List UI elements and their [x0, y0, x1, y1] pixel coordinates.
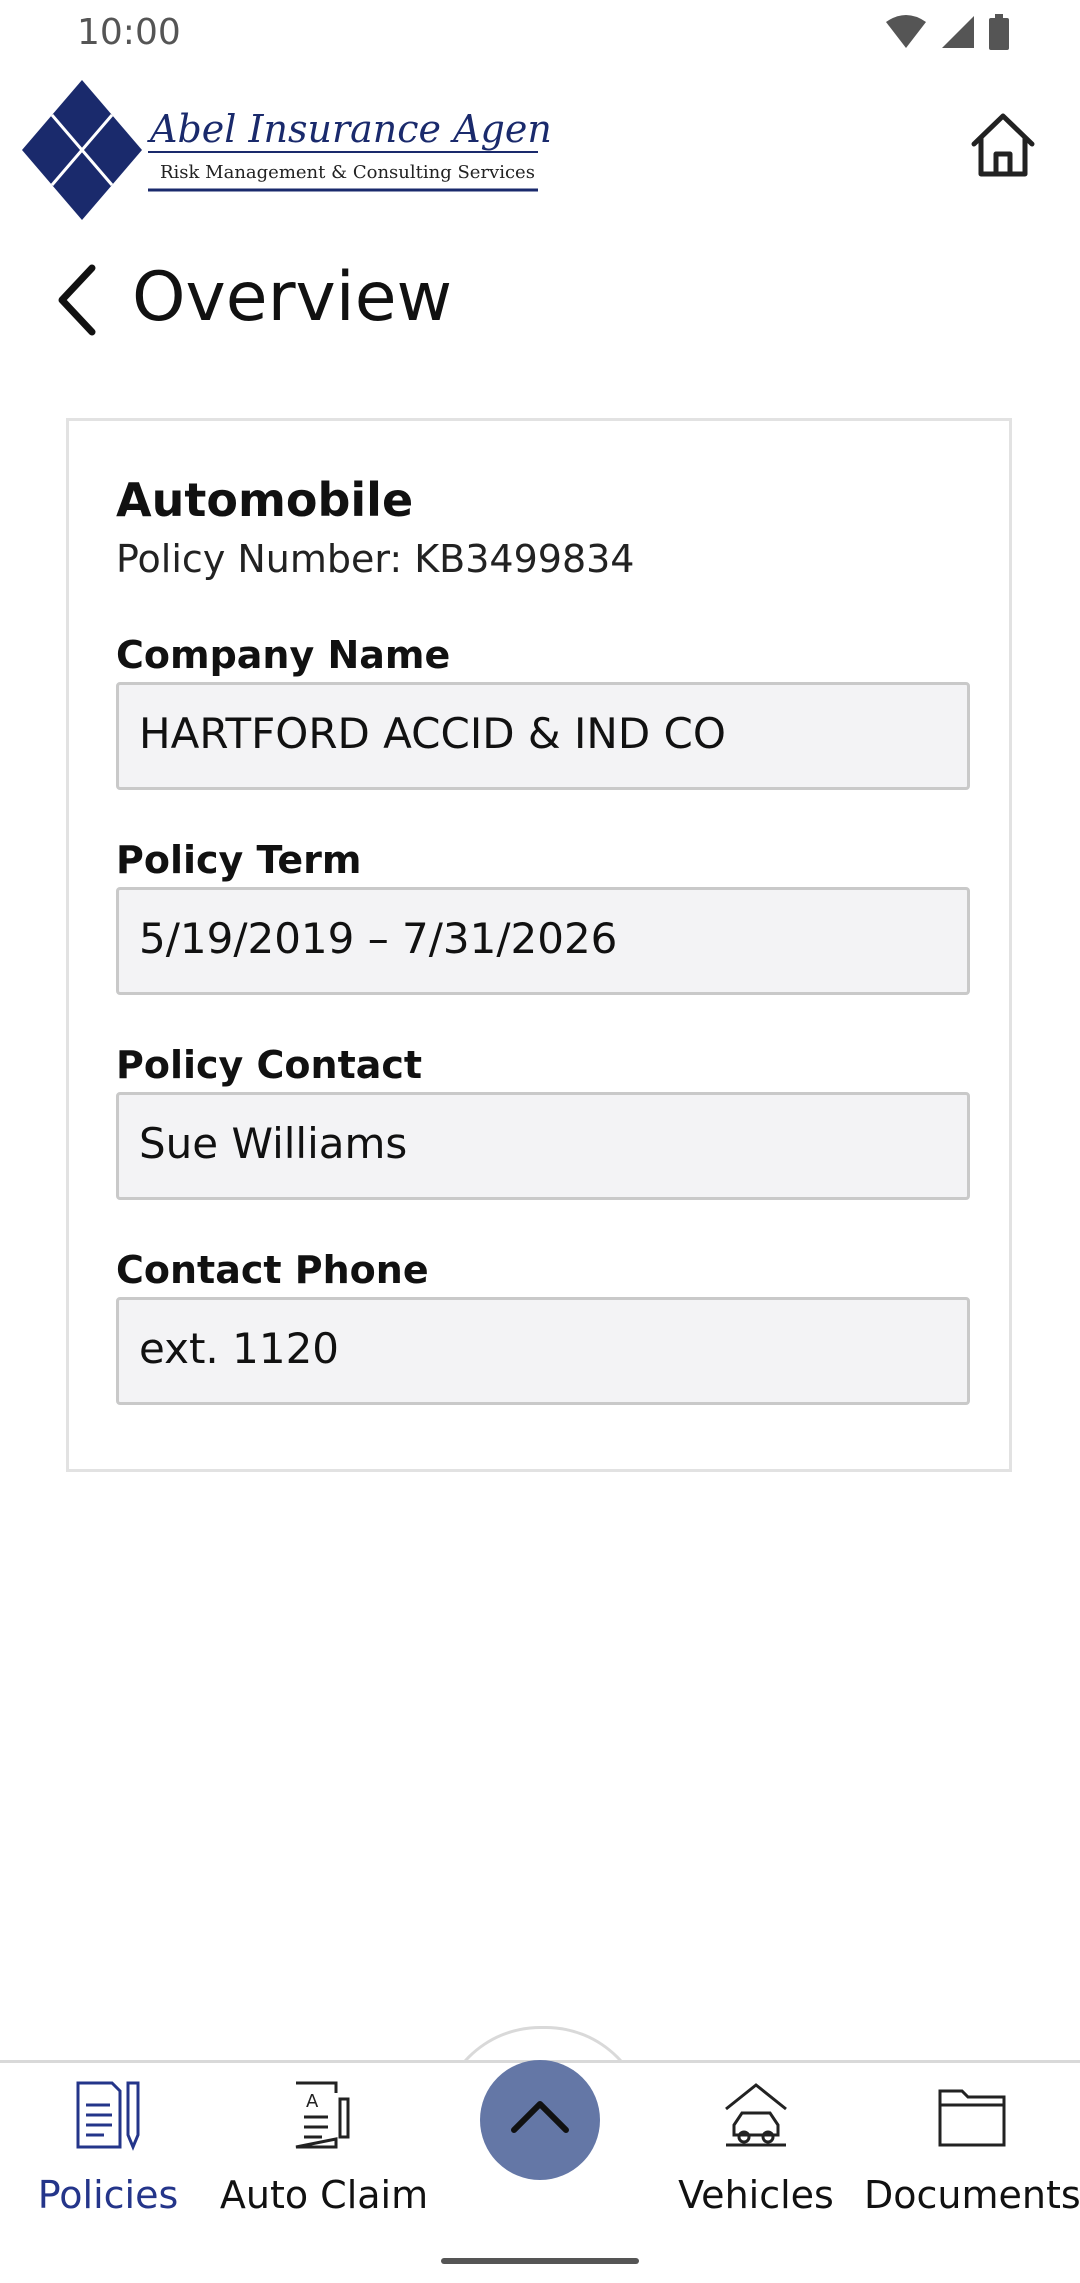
- policy-number: Policy Number: KB3499834: [116, 537, 635, 581]
- nav-label-documents: Documents: [864, 2173, 1080, 2217]
- nav-item-vehicles[interactable]: Vehicles: [648, 2063, 864, 2233]
- logo-name: Abel Insurance Agency: [147, 107, 550, 151]
- contact-phone-field[interactable]: ext. 1120: [116, 1297, 970, 1405]
- wifi-icon: [886, 15, 926, 48]
- signal-icon: [942, 16, 974, 48]
- title-row: Overview: [0, 240, 1080, 360]
- expand-menu-button[interactable]: [480, 2060, 600, 2180]
- home-icon: [971, 113, 1035, 177]
- page-title: Overview: [132, 258, 453, 337]
- gesture-bar[interactable]: [441, 2258, 639, 2264]
- back-button[interactable]: [52, 262, 102, 338]
- policy-contact-value: Sue Williams: [139, 1119, 408, 1168]
- policy-card: Automobile Policy Number: KB3499834 Comp…: [66, 418, 1012, 1472]
- contact-phone-value: ext. 1120: [139, 1324, 340, 1373]
- company-name-field: HARTFORD ACCID & IND CO: [116, 682, 970, 790]
- nav-label-auto-claim: Auto Claim: [219, 2173, 429, 2217]
- policy-term-field: 5/19/2019 – 7/31/2026: [116, 887, 970, 995]
- status-time: 10:00: [77, 12, 181, 53]
- policy-type-heading: Automobile: [116, 473, 414, 527]
- car-garage-icon: [725, 2083, 787, 2147]
- svg-text:A: A: [306, 2091, 319, 2112]
- nav-item-documents[interactable]: Documents: [864, 2063, 1080, 2233]
- company-name-value: HARTFORD ACCID & IND CO: [139, 709, 726, 758]
- policy-contact-field: Sue Williams: [116, 1092, 970, 1200]
- chevron-up-icon: [511, 2101, 569, 2133]
- home-button[interactable]: [968, 110, 1038, 180]
- chevron-left-icon: [58, 264, 96, 336]
- status-icons: [884, 14, 1010, 50]
- policy-document-icon: [76, 2081, 140, 2151]
- nav-label-vehicles: Vehicles: [678, 2173, 834, 2217]
- policy-term-value: 5/19/2019 – 7/31/2026: [139, 914, 618, 963]
- claim-form-icon: A: [295, 2081, 350, 2149]
- policy-term-label: Policy Term: [116, 838, 362, 882]
- nav-item-policies[interactable]: Policies: [0, 2063, 216, 2233]
- nav-label-policies: Policies: [37, 2173, 179, 2217]
- brand-logo: Abel Insurance Agency Risk Management & …: [22, 80, 550, 220]
- company-name-label: Company Name: [116, 633, 451, 677]
- folder-icon: [938, 2089, 1006, 2147]
- nav-item-auto-claim[interactable]: A Auto Claim: [216, 2063, 432, 2233]
- status-bar: 10:00: [0, 0, 1080, 70]
- battery-icon: [989, 14, 1009, 50]
- logo-tagline: Risk Management & Consulting Services: [160, 162, 535, 183]
- contact-phone-label: Contact Phone: [116, 1248, 429, 1292]
- policy-contact-label: Policy Contact: [116, 1043, 423, 1087]
- app-header: Abel Insurance Agency Risk Management & …: [0, 70, 1080, 230]
